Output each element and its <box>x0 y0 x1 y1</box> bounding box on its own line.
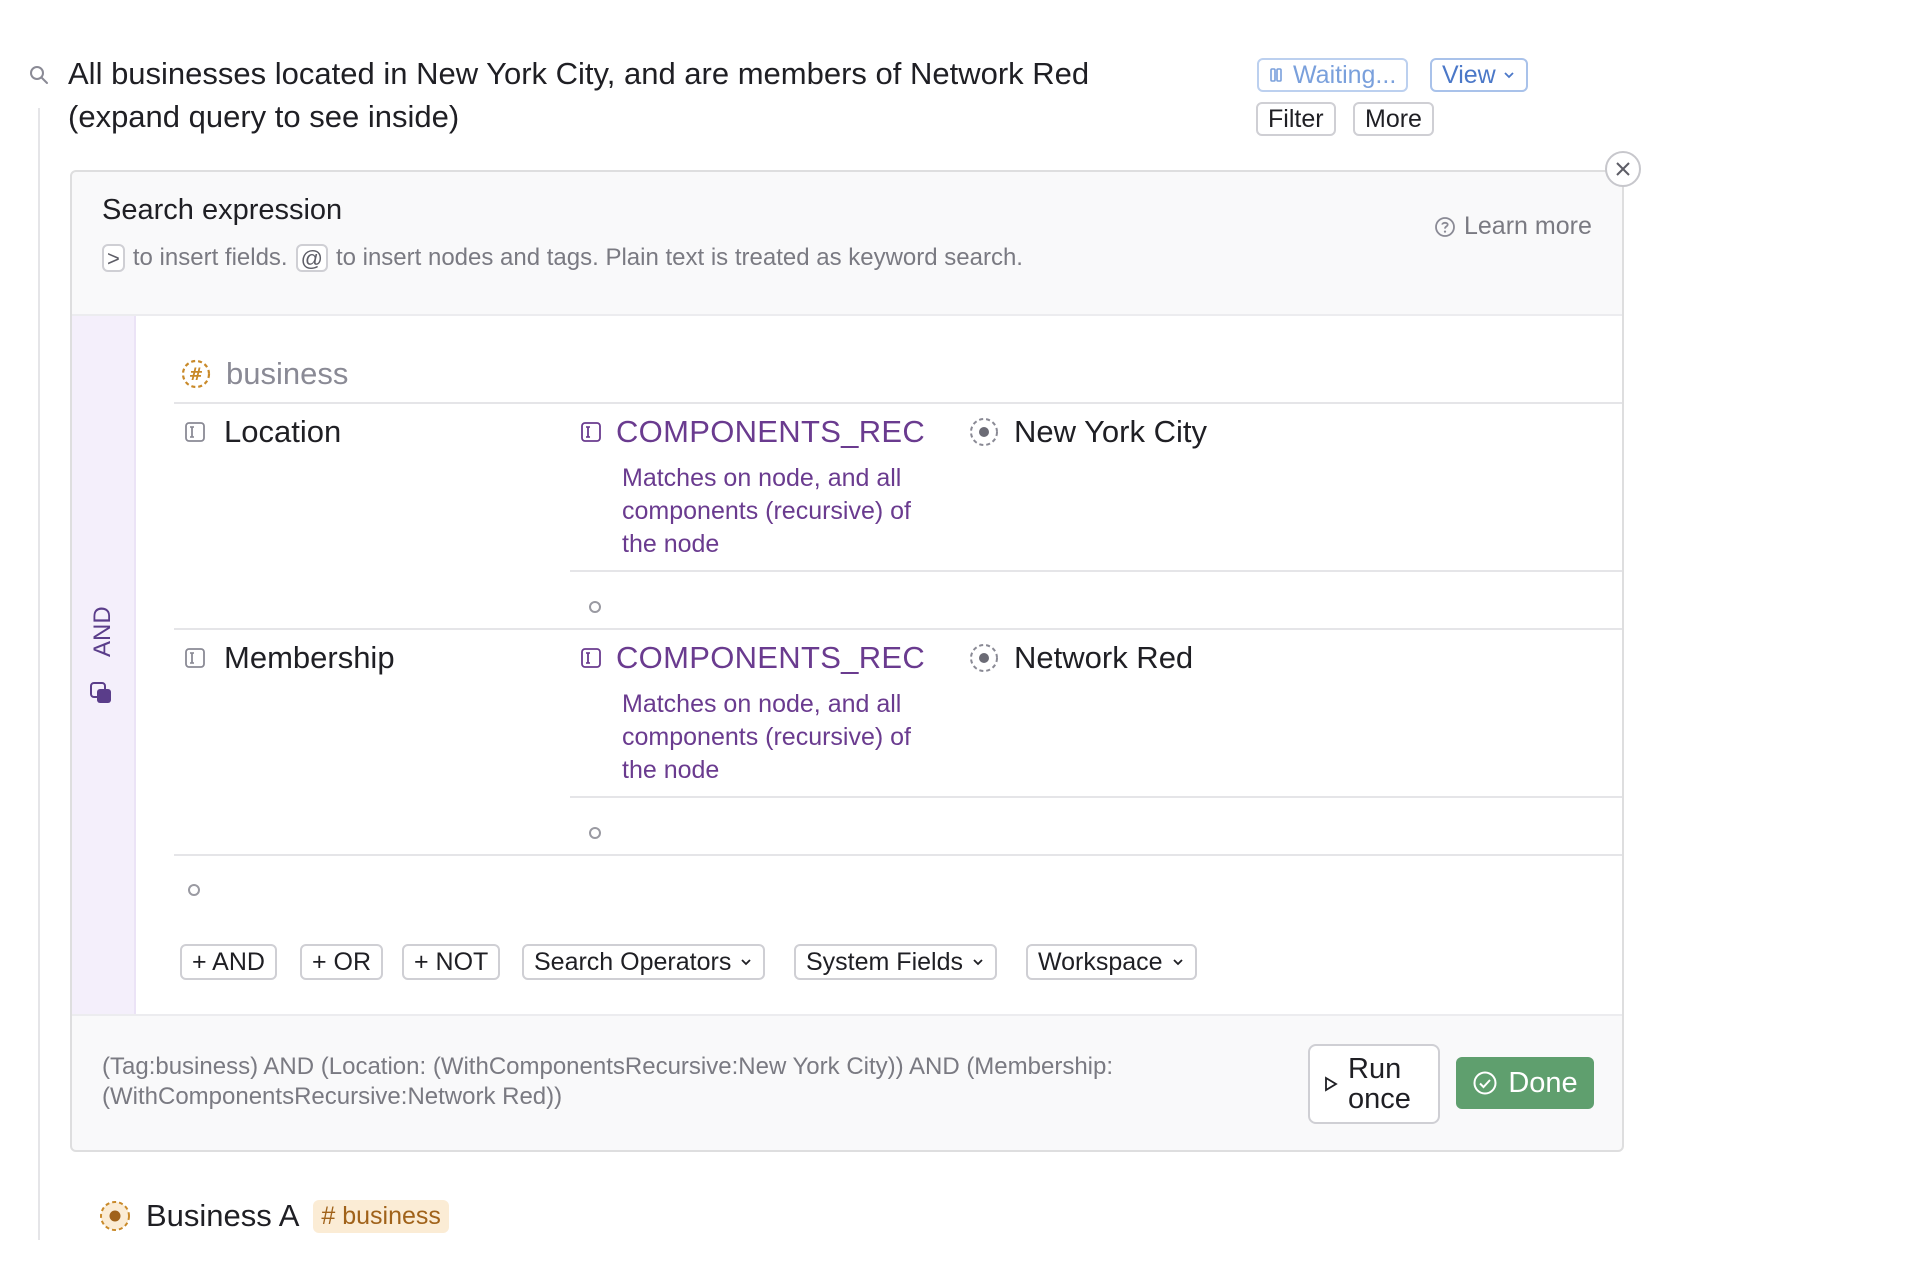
chevron-down-icon <box>973 959 983 966</box>
tag-name: business <box>226 356 349 391</box>
operator-location-description: Matches on node, and all components (rec… <box>622 464 912 558</box>
result-item[interactable]: Business A # business <box>98 1198 449 1234</box>
add-not-label: + NOT <box>414 948 489 976</box>
panel-hint: > to insert fields. @ to insert nodes an… <box>102 244 1023 272</box>
divider <box>570 570 1622 572</box>
outline-indent-line <box>38 108 40 1240</box>
check-circle-icon <box>1473 1071 1497 1095</box>
chevron-down-icon <box>741 959 751 966</box>
chevron-down-icon <box>1172 959 1183 966</box>
done-button[interactable]: Done <box>1456 1057 1594 1109</box>
divider <box>174 854 1622 856</box>
node-bullet-icon <box>970 644 998 672</box>
learn-more-link[interactable]: Learn more <box>1434 212 1592 241</box>
add-or-button[interactable]: + OR <box>300 944 384 980</box>
hint-nodes-text: to insert nodes and tags. Plain text is … <box>335 244 1023 271</box>
and-group-label: AND <box>89 606 116 657</box>
field-membership-label: Membership <box>224 640 395 675</box>
waiting-button[interactable]: Waiting... <box>1257 58 1409 92</box>
done-label: Done <box>1508 1066 1578 1099</box>
close-icon <box>1616 162 1630 176</box>
panel-title: Search expression <box>102 194 343 226</box>
field-location-label: Location <box>224 414 342 449</box>
more-button[interactable]: More <box>1353 102 1434 136</box>
view-button[interactable]: View <box>1430 58 1528 92</box>
learn-more-label: Learn more <box>1464 212 1592 240</box>
workspace-label: Workspace <box>1038 948 1163 976</box>
operator-icon <box>581 422 601 442</box>
divider <box>174 628 1622 630</box>
search-operators-dropdown[interactable]: Search Operators <box>522 944 766 980</box>
field-icon <box>185 422 205 442</box>
hint-fields-text: to insert fields. <box>132 244 288 271</box>
help-circle-icon <box>1435 216 1455 237</box>
query-expression-text: (Tag:business) AND (Location: (WithCompo… <box>102 1053 1114 1110</box>
query-title[interactable]: All businesses located in New York City,… <box>68 52 1208 138</box>
columns-icon <box>1270 68 1282 82</box>
search-expression-panel: Search expression > to insert fields. @ … <box>70 170 1624 1152</box>
add-or-label: + OR <box>312 948 372 976</box>
view-label: View <box>1442 61 1496 89</box>
system-fields-label: System Fields <box>806 948 963 976</box>
node-bullet-icon[interactable] <box>98 1199 132 1233</box>
kbd-nodes: @ <box>295 244 328 272</box>
field-membership[interactable]: Membership <box>184 640 395 676</box>
search-icon <box>30 66 48 84</box>
field-icon <box>185 648 205 668</box>
operator-membership[interactable]: COMPONENTS_REC <box>580 640 925 676</box>
empty-value-slot[interactable] <box>589 827 601 839</box>
empty-value-slot[interactable] <box>589 601 601 613</box>
value-network-red[interactable]: Network Red <box>968 640 1193 676</box>
value-new-york-city-label: New York City <box>1014 414 1207 449</box>
tag-hash-icon: # <box>181 359 211 389</box>
and-group-rail[interactable] <box>72 316 136 1014</box>
operator-membership-description: Matches on node, and all components (rec… <box>622 690 912 784</box>
divider <box>174 402 1622 404</box>
system-fields-dropdown[interactable]: System Fields <box>794 944 997 980</box>
waiting-label: Waiting... <box>1293 61 1397 89</box>
run-once-button[interactable]: Run once <box>1308 1044 1440 1124</box>
result-name: Business A <box>146 1198 300 1233</box>
add-not-button[interactable]: + NOT <box>402 944 501 980</box>
field-location[interactable]: Location <box>184 414 341 450</box>
value-new-york-city[interactable]: New York City <box>968 414 1207 450</box>
kbd-fields: > <box>102 244 125 272</box>
workspace-dropdown[interactable]: Workspace <box>1026 944 1197 980</box>
operator-membership-label: COMPONENTS_REC <box>616 640 926 675</box>
operator-location[interactable]: COMPONENTS_REC <box>580 414 925 450</box>
empty-condition-slot[interactable] <box>188 884 200 896</box>
operator-location-label: COMPONENTS_REC <box>616 414 926 449</box>
query-builder: AND # business Location COMPONENTS_REC M… <box>72 314 1622 1016</box>
add-and-label: + AND <box>192 948 265 976</box>
run-once-label: Run once <box>1348 1053 1411 1115</box>
svg-text:#: # <box>189 365 203 385</box>
filter-label: Filter <box>1268 105 1324 133</box>
tag-condition[interactable]: # business <box>180 356 348 392</box>
result-tag-chip[interactable]: # business <box>313 1199 449 1233</box>
divider <box>570 796 1622 798</box>
add-and-button[interactable]: + AND <box>180 944 277 980</box>
node-bullet-icon <box>970 418 998 446</box>
search-operators-label: Search Operators <box>534 948 732 976</box>
group-toggle-icon[interactable] <box>88 680 114 706</box>
more-label: More <box>1365 105 1422 133</box>
play-icon <box>1325 1076 1338 1092</box>
operator-icon <box>581 648 601 668</box>
value-network-red-label: Network Red <box>1014 640 1194 675</box>
close-button[interactable] <box>1605 151 1641 187</box>
chevron-down-icon <box>1504 72 1514 79</box>
filter-button[interactable]: Filter <box>1256 102 1336 136</box>
